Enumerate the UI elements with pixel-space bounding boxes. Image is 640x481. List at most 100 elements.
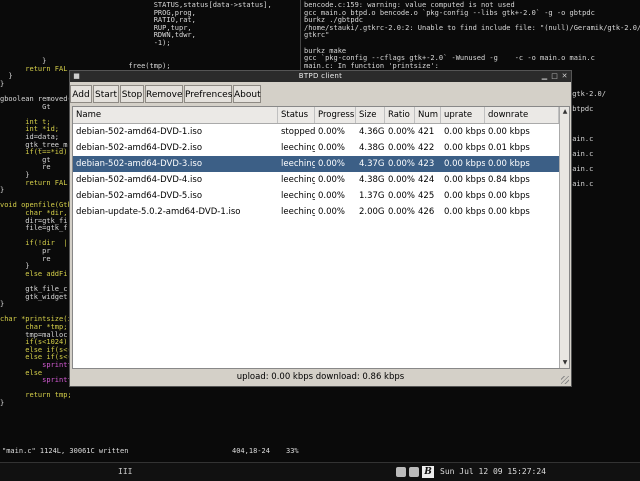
column-header-uprate[interactable]: uprate <box>441 107 485 123</box>
table-row[interactable]: debian-502-amd64-DVD-1.iso stopped 0.00% 4.… <box>73 124 559 140</box>
cell-progress: 0.00% <box>318 159 346 169</box>
cell-status: stopped <box>281 127 315 137</box>
b-app-icon[interactable]: B <box>422 466 434 478</box>
cell-status: leeching <box>281 159 315 169</box>
cell-uprate: 0.00 kbps <box>444 159 485 169</box>
cell-size: 1.37G <box>359 191 385 201</box>
cell-downrate: 0.00 kbps <box>488 207 530 217</box>
cell-uprate: 0.00 kbps <box>444 127 485 137</box>
cell-uprate: 0.00 kbps <box>444 175 485 185</box>
cell-status: leeching <box>281 191 315 201</box>
code-line: -1); <box>120 39 171 47</box>
remove-button[interactable]: Remove <box>145 85 183 103</box>
cell-ratio: 0.00% <box>388 175 415 185</box>
add-button[interactable]: Add <box>70 85 92 103</box>
scroll-up-icon[interactable]: ▲ <box>560 107 569 117</box>
shell-line: gtkrc" <box>304 31 330 40</box>
cell-name: debian-502-amd64-DVD-2.iso <box>76 143 203 153</box>
scroll-down-icon[interactable]: ▼ <box>560 358 569 368</box>
cell-status: leeching <box>281 143 315 153</box>
column-header-progress[interactable]: Progress <box>315 107 356 123</box>
about-button[interactable]: About <box>233 85 261 103</box>
network-icon[interactable] <box>409 467 419 477</box>
cell-ratio: 0.00% <box>388 159 415 169</box>
column-header-downrate[interactable]: downrate <box>485 107 559 123</box>
cell-name: debian-502-amd64-DVD-1.iso <box>76 127 203 137</box>
shell-line: /home/stauki/.gtkrc-2.0:2: Unable to fin… <box>304 23 640 32</box>
code-line: } <box>0 186 5 195</box>
preferences-button[interactable]: Prefrences <box>184 85 232 103</box>
cell-progress: 0.00% <box>318 191 346 201</box>
cell-status: leeching <box>281 175 315 185</box>
cell-ratio: 0.00% <box>388 207 415 217</box>
table-row[interactable]: debian-502-amd64-DVD-4.iso leeching 0.00% 4… <box>73 172 559 188</box>
cell-name: debian-502-amd64-DVD-4.iso <box>76 175 203 185</box>
cell-num: 423 <box>418 159 435 169</box>
code-line: return FAL <box>0 178 68 187</box>
code-line: gtk_widget <box>0 292 68 301</box>
cell-downrate: 0.01 kbps <box>488 143 530 153</box>
window-title: BTPD client <box>298 72 343 80</box>
table-row[interactable]: debian-502-amd64-DVD-2.iso leeching 0.00% 4… <box>73 140 559 156</box>
cell-progress: 0.00% <box>318 127 346 137</box>
cell-downrate: 0.00 kbps <box>488 191 530 201</box>
mail-icon[interactable] <box>396 467 406 477</box>
shell-line: /gtk-2.0/ <box>568 90 606 98</box>
btpd-client-window: ■ BTPD client ▁ □ ✕ Add Start Stop Remov… <box>69 70 572 387</box>
cell-name: debian-502-amd64-DVD-5.iso <box>76 191 203 201</box>
code-line: file=gtk_f <box>0 224 68 233</box>
code-line: return tmp; <box>0 391 72 400</box>
code-line: } <box>0 399 5 407</box>
cell-progress: 0.00% <box>318 175 346 185</box>
cell-num: 422 <box>418 143 435 153</box>
column-header-size[interactable]: Size <box>356 107 385 123</box>
table-row[interactable]: debian-update-5.0.2-amd64-DVD-1.iso leech… <box>73 204 559 220</box>
workspace-indicator[interactable]: III <box>118 467 132 476</box>
minimize-icon[interactable]: ▁ <box>540 72 549 80</box>
resize-grip-icon[interactable] <box>561 376 569 384</box>
cell-progress: 0.00% <box>318 143 346 153</box>
cell-downrate: 0.84 kbps <box>488 175 530 185</box>
clock: Sun Jul 12 09 15:27:24 <box>440 467 546 476</box>
cell-downrate: 0.00 kbps <box>488 159 530 169</box>
cell-ratio: 0.00% <box>388 127 415 137</box>
cell-num: 425 <box>418 191 435 201</box>
maximize-icon[interactable]: □ <box>550 72 559 80</box>
cell-progress: 0.00% <box>318 207 346 217</box>
column-header-ratio[interactable]: Ratio <box>385 107 415 123</box>
vertical-scrollbar[interactable]: ▲ ▼ <box>559 107 569 368</box>
cell-size: 4.38G <box>359 175 385 185</box>
torrent-list[interactable]: Name Status Progress Size Ratio Num uprate down… <box>72 106 570 369</box>
cell-num: 426 <box>418 207 435 217</box>
cell-name: debian-update-5.0.2-amd64-DVD-1.iso <box>76 207 241 217</box>
transfer-status: upload: 0.00 kbps download: 0.86 kbps <box>236 372 405 382</box>
code-line: Gt <box>0 102 51 111</box>
cell-num: 421 <box>418 127 435 137</box>
vim-cursor-position: 404,18-24 <box>232 447 270 455</box>
cell-num: 424 <box>418 175 435 185</box>
stop-button[interactable]: Stop <box>120 85 144 103</box>
vim-file-info: "main.c" 1124L, 30061C written <box>2 447 129 455</box>
cell-ratio: 0.00% <box>388 143 415 153</box>
vim-scroll-percent: 33% <box>286 447 299 455</box>
cell-ratio: 0.00% <box>388 191 415 201</box>
column-header-num[interactable]: Num <box>415 107 441 123</box>
cell-size: 4.38G <box>359 143 385 153</box>
cell-uprate: 0.00 kbps <box>444 191 485 201</box>
table-row[interactable]: debian-502-amd64-DVD-5.iso leeching 0.00% 1… <box>73 188 559 204</box>
cell-size: 4.37G <box>359 159 385 169</box>
cell-downrate: 0.00 kbps <box>488 127 530 137</box>
code-line: else addFi <box>0 269 68 278</box>
cell-name: debian-502-amd64-DVD-3.iso <box>76 159 203 169</box>
cell-uprate: 0.00 kbps <box>444 143 485 153</box>
table-row[interactable]: debian-502-amd64-DVD-3.iso leeching 0.00% 4… <box>73 156 559 172</box>
cell-uprate: 0.00 kbps <box>444 207 485 217</box>
window-titlebar[interactable]: ■ BTPD client ▁ □ ✕ <box>70 71 571 82</box>
column-header-name[interactable]: Name <box>73 107 278 123</box>
column-header-row: Name Status Progress Size Ratio Num uprate down… <box>73 107 559 124</box>
column-header-status[interactable]: Status <box>278 107 315 123</box>
taskbar: III B Sun Jul 12 09 15:27:24 <box>0 462 640 481</box>
close-icon[interactable]: ✕ <box>560 72 569 80</box>
cell-size: 2.00G <box>359 207 385 217</box>
start-button[interactable]: Start <box>93 85 119 103</box>
